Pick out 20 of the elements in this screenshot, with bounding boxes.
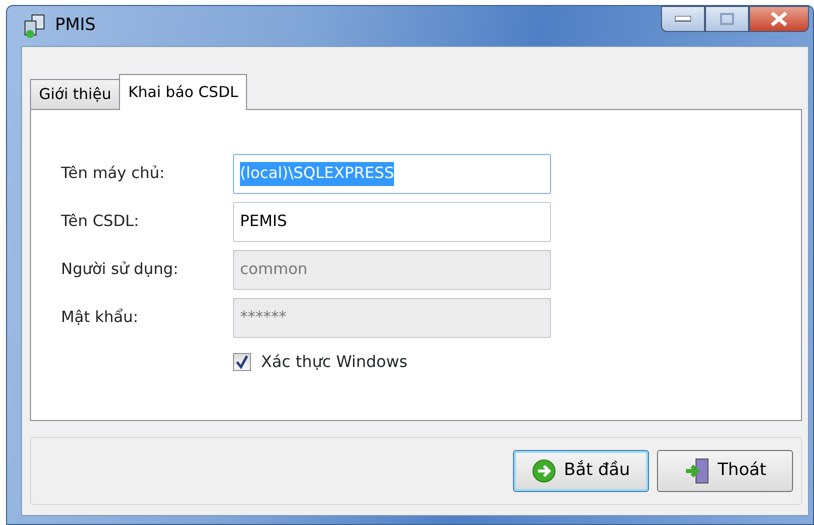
checkbox[interactable] — [233, 353, 251, 371]
minimize-icon — [675, 16, 691, 22]
dialog-button[interactable]: Bắt đầu — [513, 450, 649, 492]
close-button[interactable] — [749, 6, 809, 32]
door-icon — [684, 457, 710, 485]
maximize-icon — [720, 13, 734, 25]
input-field[interactable]: PEMIS — [233, 202, 551, 242]
window-title: PMIS — [55, 14, 96, 38]
field-label: Mật khẩu: — [61, 307, 140, 328]
field-label: Người sử dụng: — [61, 259, 180, 280]
tab[interactable]: Khai báo CSDL — [119, 74, 248, 110]
field-label: Tên CSDL: — [61, 211, 140, 232]
close-icon — [770, 11, 788, 27]
maximize-button[interactable] — [705, 6, 749, 32]
dialog-button[interactable]: Thoát — [657, 450, 793, 492]
app-icon — [23, 13, 47, 39]
minimize-button[interactable] — [661, 6, 705, 32]
checkbox-label: Xác thực Windows — [261, 351, 408, 373]
field-label: Tên máy chủ: — [61, 163, 166, 184]
tab[interactable]: Giới thiệu — [30, 79, 120, 109]
